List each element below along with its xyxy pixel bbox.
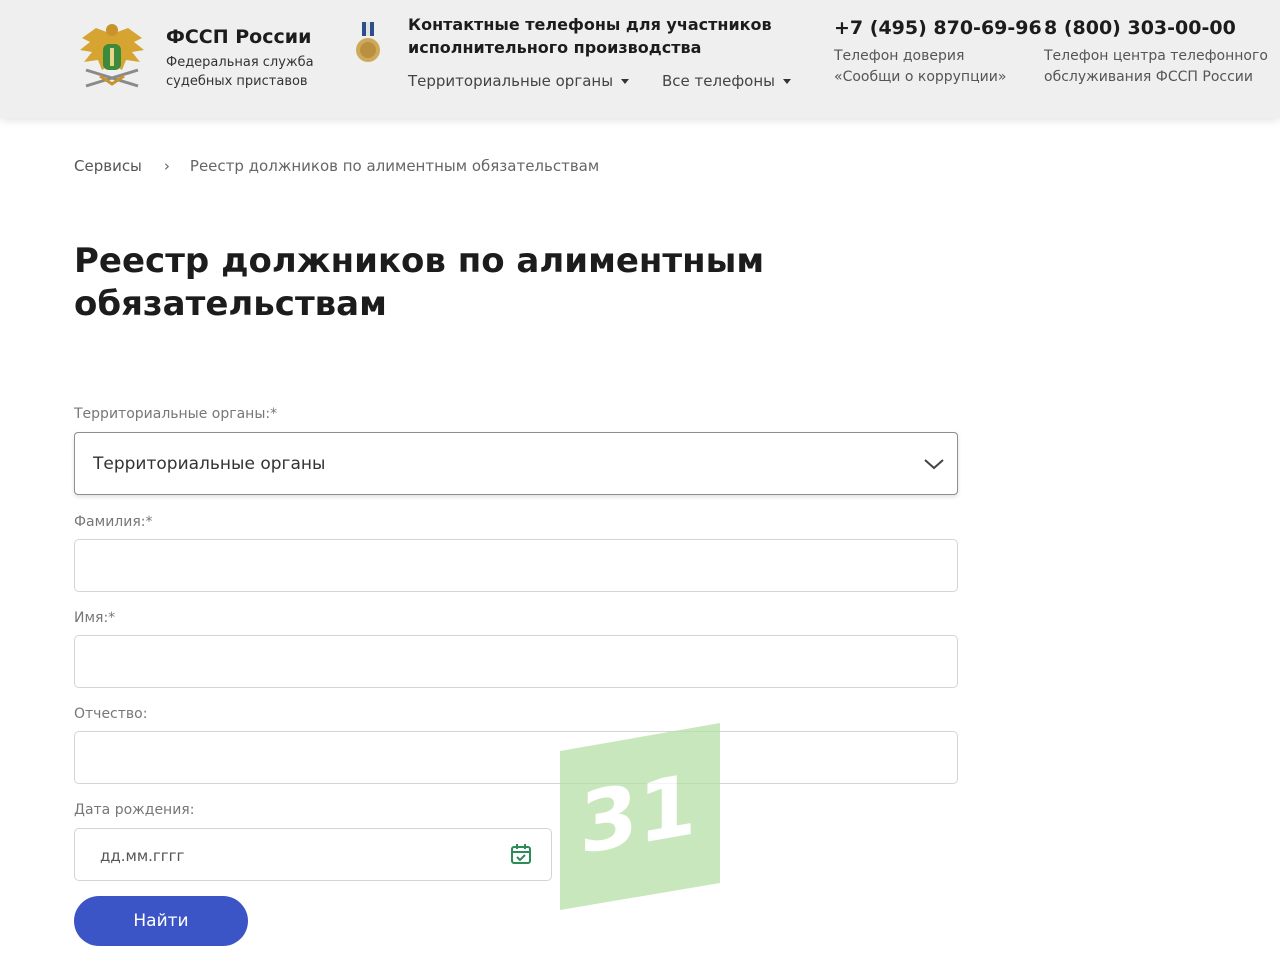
center-phone[interactable]: 8 (800) 303-00-00 (1044, 17, 1236, 39)
birthdate-placeholder: дд.мм.гггг (100, 847, 185, 865)
name-input[interactable] (74, 635, 958, 688)
fssp-emblem-icon[interactable] (76, 20, 148, 96)
search-button[interactable]: Найти (74, 896, 248, 946)
birthdate-label: Дата рождения: (74, 802, 195, 818)
trust-phone[interactable]: +7 (495) 870-69-96 (834, 17, 1042, 39)
breadcrumb-separator: › (163, 157, 170, 175)
name-label: Имя:* (74, 610, 116, 626)
territorial-label: Территориальные органы:* (74, 406, 278, 422)
surname-input[interactable] (74, 539, 958, 592)
chevron-down-icon (924, 459, 944, 470)
logo-title[interactable]: ФССП России (166, 26, 311, 48)
logo-subtitle: Федеральная служба судебных приставов (166, 55, 314, 89)
all-phones-dropdown-label: Все телефоны (662, 72, 775, 90)
watermark-logo: 31 (560, 723, 720, 910)
breadcrumb: Сервисы › Реестр должников по алиментным… (74, 157, 599, 175)
calendar-check-icon[interactable] (510, 843, 532, 865)
site-header: ФССП России Федеральная служба судебных … (0, 0, 1280, 118)
territorial-select-value: Территориальные органы (93, 454, 326, 474)
caret-down-icon (621, 78, 630, 84)
patronymic-label: Отчество: (74, 706, 148, 722)
breadcrumb-current: Реестр должников по алиментным обязатель… (189, 157, 600, 175)
birthdate-input[interactable]: дд.мм.гггг (74, 828, 552, 881)
territorial-dropdown-label: Территориальные органы (408, 72, 614, 90)
trust-phone-description: Телефон доверия «Сообщи о коррупции» (834, 48, 1007, 85)
medal-icon (356, 22, 380, 62)
territorial-select[interactable]: Территориальные органы (74, 432, 958, 495)
breadcrumb-services[interactable]: Сервисы (74, 157, 142, 175)
all-phones-dropdown[interactable]: Все телефоны (662, 72, 791, 90)
surname-label: Фамилия:* (74, 514, 153, 530)
center-phone-description: Телефон центра телефонного обслуживания … (1044, 48, 1268, 85)
svg-text:31: 31 (580, 755, 697, 874)
patronymic-input[interactable] (74, 731, 958, 784)
contact-title: Контактные телефоны для участников испол… (408, 15, 772, 57)
page-title: Реестр должников по алиментным обязатель… (74, 241, 765, 324)
territorial-dropdown[interactable]: Территориальные органы (408, 72, 630, 90)
caret-down-icon (782, 78, 791, 84)
